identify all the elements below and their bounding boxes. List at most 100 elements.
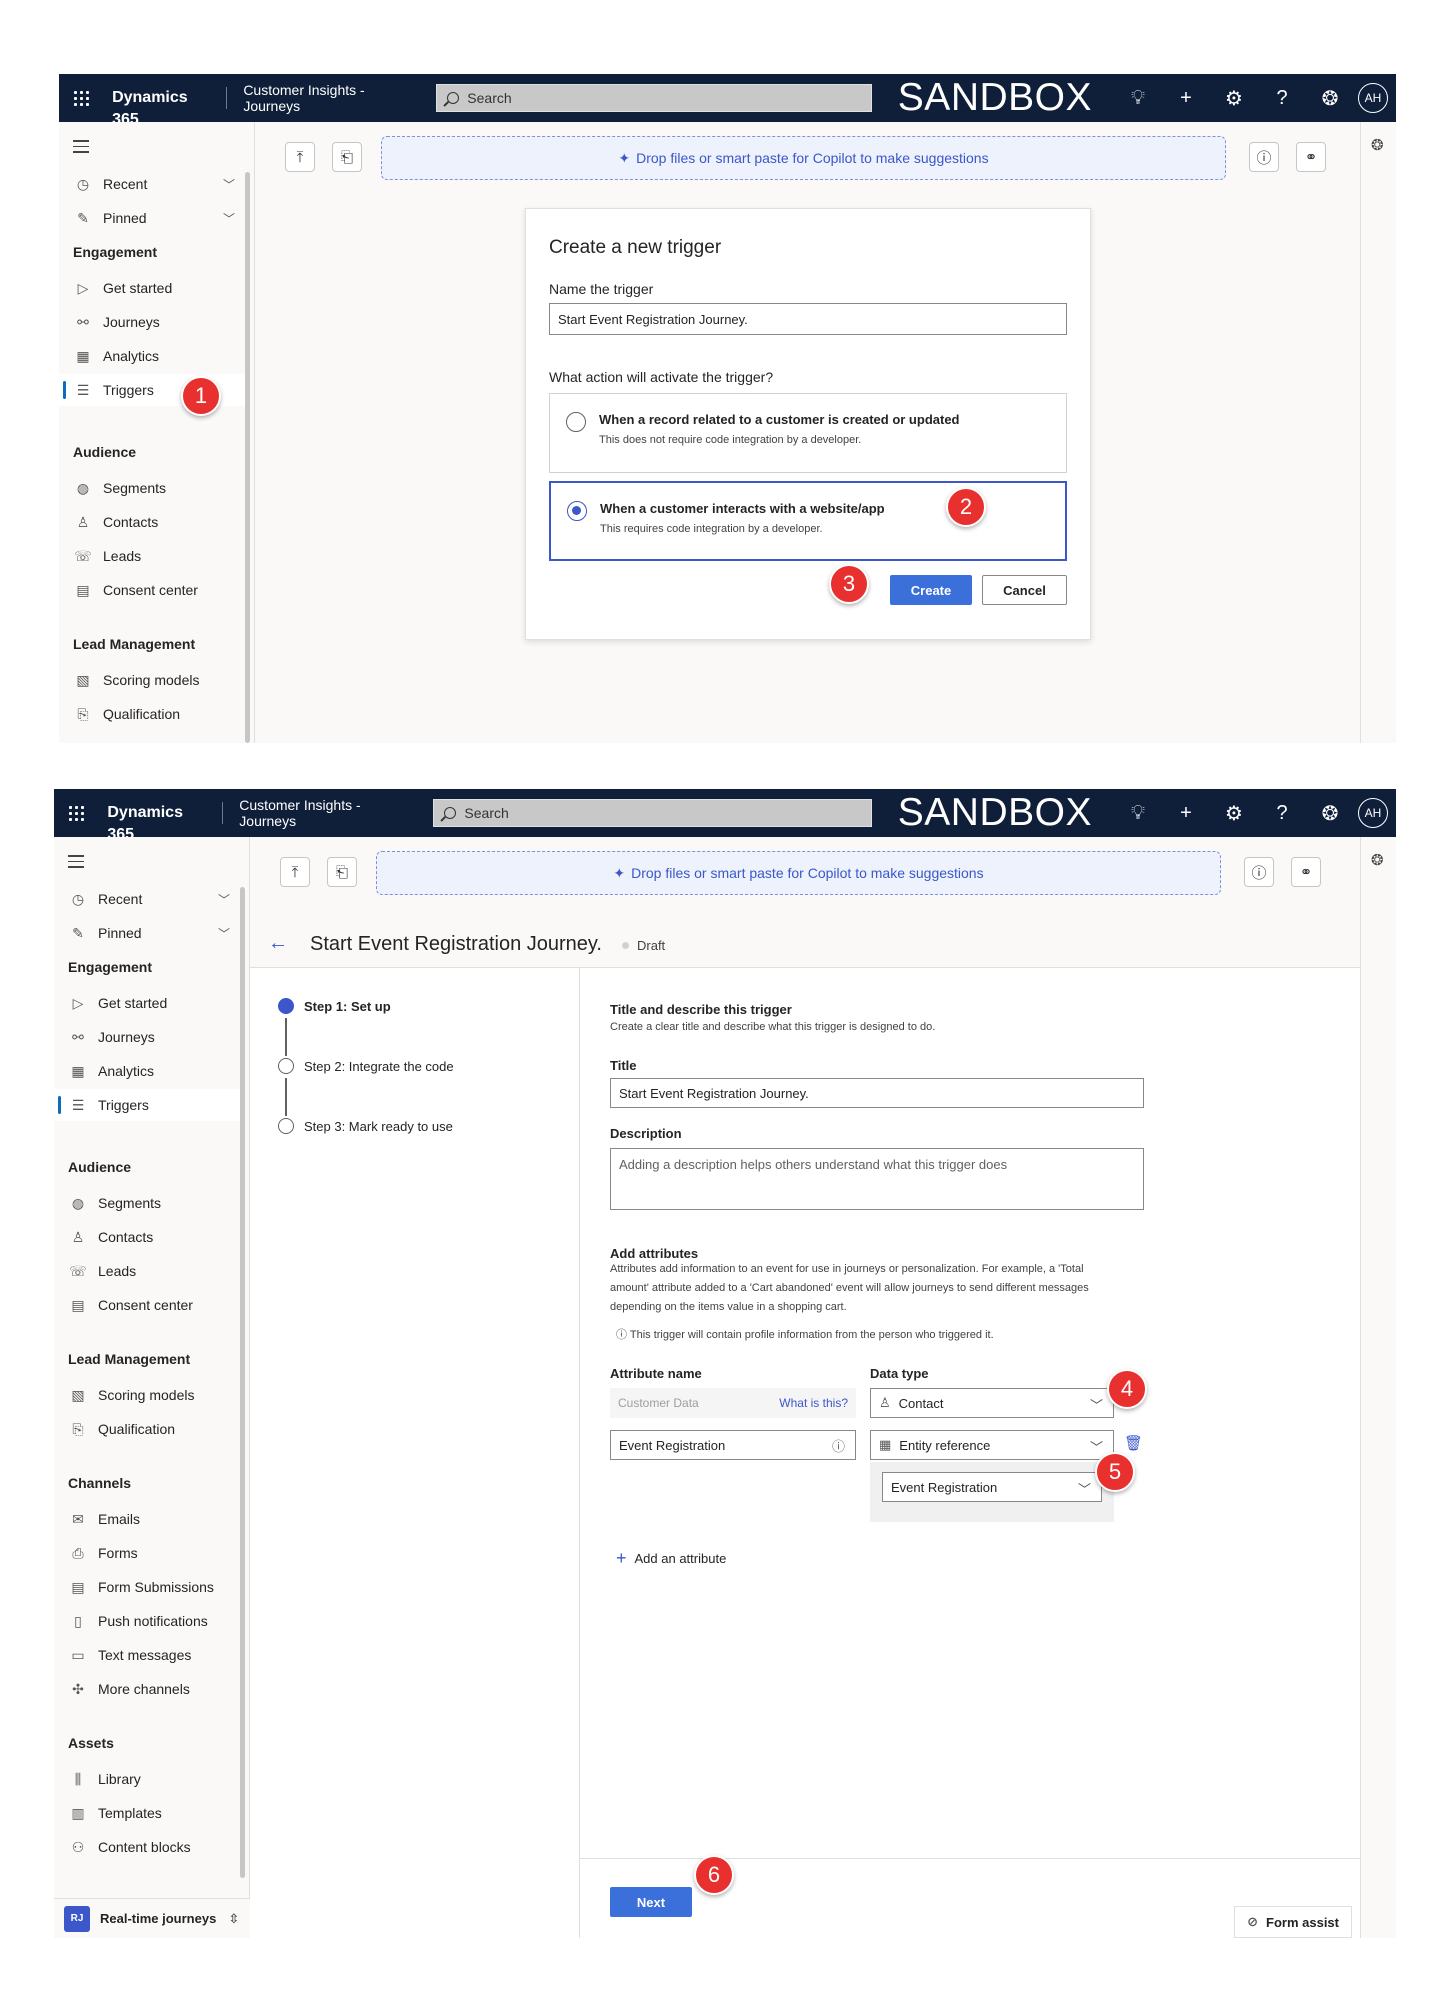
copilot-icon[interactable]: ❂ (1371, 851, 1384, 869)
radio-website-app[interactable] (567, 501, 587, 521)
info-icon[interactable]: ⓘ (1244, 857, 1274, 887)
sidebar-item-analytics[interactable]: ▦ Analytics (59, 340, 245, 372)
help-icon[interactable]: ? (1258, 74, 1306, 122)
sidebar-item-recent[interactable]: ◷ Recent ﹀ (54, 883, 240, 915)
app-launcher-icon[interactable] (59, 74, 104, 122)
consent-icon: ▤ (71, 1296, 85, 1313)
info-icon[interactable]: ⓘ (832, 1436, 845, 1455)
sidebar-item-triggers[interactable]: ☰ Triggers (54, 1089, 240, 1121)
what-is-this-link[interactable]: What is this? (779, 1396, 848, 1410)
attr-name-input[interactable]: Event Registration ⓘ (610, 1430, 856, 1460)
help-icon[interactable]: ? (1258, 789, 1306, 837)
trigger-name-input[interactable]: Start Event Registration Journey. (549, 303, 1067, 335)
gear-icon[interactable]: ⚙ (1210, 789, 1258, 837)
upload-icon[interactable]: ⤒ (285, 142, 315, 172)
info-icon[interactable]: ⓘ (1249, 142, 1279, 172)
screenshot-create-trigger: Dynamics 365 Customer Insights - Journey… (59, 74, 1396, 743)
option-website-app[interactable]: When a customer interacts with a website… (549, 481, 1067, 561)
copilot-drop-zone[interactable]: ✦ Drop files or smart paste for Copilot … (381, 136, 1226, 180)
attributes-desc-2: amount' attribute added to a 'Cart aband… (610, 1282, 1089, 1294)
sidebar-item-consent-center[interactable]: ▤ Consent center (59, 574, 245, 606)
sidebar-item-scoring-models[interactable]: ▧ Scoring models (59, 664, 245, 696)
hamburger-icon[interactable] (68, 855, 84, 872)
paste-icon[interactable]: ⎗ (332, 142, 362, 172)
sidebar-scrollbar[interactable] (245, 172, 250, 743)
data-type-entity-reference[interactable]: ▦ Entity reference ﹀ (870, 1430, 1114, 1460)
sidebar-item-leads[interactable]: ☏ Leads (54, 1255, 240, 1287)
sidebar-item-leads[interactable]: ☏ Leads (59, 540, 245, 572)
brand-name[interactable]: Dynamics 365 (104, 87, 228, 128)
radio-record-change[interactable] (566, 412, 586, 432)
sidebar-item-analytics[interactable]: ▦ Analytics (54, 1055, 240, 1087)
data-type-contact[interactable]: ♙ Contact ﹀ (870, 1388, 1114, 1418)
plus-icon[interactable]: + (1162, 74, 1210, 122)
paste-icon[interactable]: ⎗ (327, 857, 357, 887)
share-icon[interactable]: ⚭ (1296, 142, 1326, 172)
sidebar-item-pinned[interactable]: ✎ Pinned ﹀ (54, 917, 240, 949)
plus-icon[interactable]: + (1162, 789, 1210, 837)
sidebar-item-segments[interactable]: ◍ Segments (54, 1187, 240, 1219)
cancel-button[interactable]: Cancel (982, 575, 1067, 605)
sidebar-item-scoring-models[interactable]: ▧ Scoring models (54, 1379, 240, 1411)
search-box[interactable]: Search (436, 84, 872, 112)
sidebar-item-journeys[interactable]: ⚯ Journeys (54, 1021, 240, 1053)
sidebar-item-recent[interactable]: ◷ Recent ﹀ (59, 168, 245, 200)
sidebar-item-more-channels[interactable]: ✣ More channels (54, 1673, 240, 1705)
sidebar-item-consent-center[interactable]: ▤ Consent center (54, 1289, 240, 1321)
app-launcher-icon[interactable] (54, 789, 99, 837)
form-assist-button[interactable]: ⊘ Form assist (1234, 1906, 1352, 1938)
add-attribute-button[interactable]: + Add an attribute (616, 1548, 726, 1569)
avatar[interactable]: AH (1358, 83, 1389, 113)
step-mark-ready[interactable]: Step 3: Mark ready to use (278, 1118, 453, 1134)
copilot-drop-zone[interactable]: ✦ Drop files or smart paste for Copilot … (376, 851, 1221, 895)
brand-name[interactable]: Dynamics 365 (99, 802, 224, 843)
search-box[interactable]: Search (433, 799, 872, 827)
entity-select[interactable]: Event Registration ﹀ (882, 1472, 1102, 1502)
chevron-down-icon: ﹀ (217, 892, 230, 907)
sidebar-item-push-notifications[interactable]: ▯ Push notifications (54, 1605, 240, 1637)
area-switcher[interactable]: RJ Real-time journeys ⇳ (54, 1898, 250, 1938)
sidebar-item-forms[interactable]: ⎙ Forms (54, 1537, 240, 1569)
sidebar-item-form-submissions[interactable]: ▤ Form Submissions (54, 1571, 240, 1603)
status-badge: Draft (622, 938, 665, 953)
hamburger-icon[interactable] (73, 140, 89, 157)
sidebar-item-library[interactable]: ⫼ Library (54, 1763, 240, 1795)
journey-icon: ⚯ (77, 313, 89, 330)
sidebar-scrollbar[interactable] (240, 887, 245, 1878)
sidebar-item-contacts[interactable]: ♙ Contacts (59, 506, 245, 538)
step-set-up[interactable]: Step 1: Set up (278, 998, 391, 1014)
create-button[interactable]: Create (890, 575, 972, 605)
sidebar-item-get-started[interactable]: ▷ Get started (54, 987, 240, 1019)
copilot-icon[interactable]: ❂ (1371, 136, 1384, 154)
sidebar-item-text-messages[interactable]: ▭ Text messages (54, 1639, 240, 1671)
sidebar-item-qualification[interactable]: ⎘ Qualification (54, 1413, 240, 1445)
option-record-change[interactable]: When a record related to a customer is c… (549, 393, 1067, 473)
share-icon[interactable]: ⚭ (1291, 857, 1321, 887)
sidebar-item-pinned[interactable]: ✎ Pinned ﹀ (59, 202, 245, 234)
copilot-icon[interactable]: ❂ (1306, 789, 1354, 837)
sidebar-item-emails[interactable]: ✉ Emails (54, 1503, 240, 1535)
step-badge-3: 3 (829, 564, 869, 604)
upload-icon[interactable]: ⤒ (280, 857, 310, 887)
lightbulb-icon[interactable]: 💡︎ (1114, 789, 1162, 837)
sidebar-item-content-blocks[interactable]: ⚇ Content blocks (54, 1831, 240, 1863)
sidebar-item-templates[interactable]: ▥ Templates (54, 1797, 240, 1829)
app-name[interactable]: Customer Insights - Journeys (227, 82, 436, 114)
gear-icon[interactable]: ⚙ (1210, 74, 1258, 122)
back-arrow-icon[interactable]: ← (268, 932, 288, 955)
app-name[interactable]: Customer Insights - Journeys (223, 797, 433, 829)
copilot-icon[interactable]: ❂ (1306, 74, 1354, 122)
description-input[interactable]: Adding a description helps others unders… (610, 1148, 1144, 1210)
sidebar-item-get-started[interactable]: ▷ Get started (59, 272, 245, 304)
next-button[interactable]: Next (610, 1887, 692, 1917)
sidebar-item-segments[interactable]: ◍ Segments (59, 472, 245, 504)
sidebar-item-qualification[interactable]: ⎘ Qualification (59, 698, 245, 730)
step-pending-icon (278, 1058, 294, 1074)
step-integrate-code[interactable]: Step 2: Integrate the code (278, 1058, 454, 1074)
lightbulb-icon[interactable]: 💡︎ (1114, 74, 1162, 122)
sidebar-item-contacts[interactable]: ♙ Contacts (54, 1221, 240, 1253)
avatar[interactable]: AH (1358, 798, 1388, 828)
sidebar-item-journeys[interactable]: ⚯ Journeys (59, 306, 245, 338)
trash-icon[interactable]: 🗑︎ (1124, 1434, 1143, 1452)
title-input[interactable]: Start Event Registration Journey. (610, 1078, 1144, 1108)
